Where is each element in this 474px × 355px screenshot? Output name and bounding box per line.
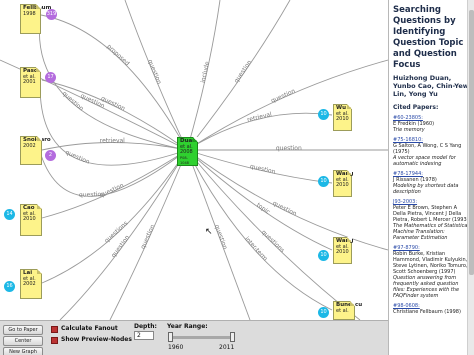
- cited-paper-authors: G Salton, A Wong, C S Yang (1975): [393, 143, 462, 155]
- citation-graph-canvas[interactable]: proposed question retrieval question questio…: [0, 0, 388, 320]
- citation-count-badge: 10: [318, 109, 329, 120]
- edge-label: topic: [255, 202, 271, 216]
- citation-edge: [40, 14, 188, 151]
- cited-paper-title: Question answering from frequently asked…: [393, 275, 460, 299]
- paper-node-wu[interactable]: Wu et al. 2010: [333, 104, 352, 131]
- citation-count-badge: 16: [4, 281, 15, 292]
- edge-label: question: [276, 145, 302, 152]
- cited-paper-item: #98-0608: Christiane Fellbaum (1998): [393, 303, 471, 315]
- edge-label: question: [79, 191, 105, 199]
- cited-paper-item: J93-2003: Peter E Brown, Stephen A Della…: [393, 199, 471, 241]
- paper-year: 2010: [23, 216, 36, 222]
- paper-year: 2010: [336, 182, 349, 188]
- citation-edge: [39, 84, 188, 166]
- citation-count-badge: 10: [318, 250, 329, 261]
- show-preview-nodes-label: Show Preview-Nodes: [61, 336, 132, 343]
- cited-paper-authors: Robin Burke, Kristian Hammond, Vladimir …: [393, 251, 468, 275]
- edge-label: retrieval: [100, 138, 125, 145]
- edge-label: question: [146, 59, 162, 86]
- scrollbar-thumb[interactable]: [469, 10, 474, 275]
- paper-node-pasca[interactable]: Pasca et al. 2001: [20, 67, 41, 98]
- paper-node-cao[interactable]: Cao et al. 2010: [20, 204, 42, 236]
- edge-label: question: [233, 59, 254, 84]
- edge-label: retrieval: [246, 111, 272, 124]
- paper-node-bunescu[interactable]: Bunescu et al.: [333, 301, 362, 320]
- cited-paper-authors: Peter E Brown, Stephen A Della Pietra, V…: [393, 205, 469, 223]
- paper-details-panel: Searching Questions by Identifying Quest…: [388, 0, 474, 355]
- cited-paper-item: #97-8790: Robin Burke, Kristian Hammond,…: [393, 245, 471, 299]
- cited-paper-authors: Christiane Fellbaum (1998): [393, 309, 461, 315]
- calculate-fanout-checkbox[interactable]: [51, 326, 58, 333]
- center-button[interactable]: Center: [3, 336, 43, 346]
- edge-label: include: [200, 61, 212, 84]
- cited-paper-title: A vector space model for automatic index…: [393, 155, 456, 167]
- cited-paper-item: #75-16810: G Salton, A Wong, C S Yang (1…: [393, 137, 471, 167]
- citation-count-badge: 319: [46, 9, 57, 20]
- edge-label: question: [139, 223, 156, 250]
- edge-label: questions: [260, 229, 286, 254]
- mouse-cursor-icon: ↖: [205, 227, 213, 237]
- cited-paper-item: #60-23805: E Fredkin (1960) Trie memory: [393, 115, 471, 133]
- cited-paper-title: Modeling by shortest data description: [393, 183, 459, 195]
- year-min-label: 1960: [168, 344, 184, 351]
- year-range-min-handle[interactable]: [168, 332, 173, 342]
- cited-paper-title: The Mathematics of Statistical Machine T…: [393, 223, 469, 241]
- paper-year: 2001: [23, 79, 36, 85]
- paper-title: Searching Questions by Identifying Quest…: [393, 5, 464, 70]
- year-range-max-handle[interactable]: [230, 332, 235, 342]
- paper-node-lai[interactable]: Lai et al. 2002: [20, 269, 42, 299]
- paper-node-wang-2[interactable]: Wang et al. 2010: [333, 237, 353, 264]
- citation-edge: [59, 149, 188, 320]
- paper-year: 1998: [23, 10, 36, 17]
- year-range-label: Year Range:: [167, 323, 208, 330]
- edge-label: proposed: [105, 43, 130, 67]
- depth-label: Depth:: [134, 323, 157, 330]
- depth-value: 2: [137, 332, 141, 339]
- center-paper-node[interactable]: Duan et al. 2008 P08-1048: [177, 137, 198, 166]
- citation-edge: [186, 59, 388, 151]
- cited-papers-header: Cited Papers:: [393, 104, 439, 111]
- cited-paper-item: #78-17944: J Rissanen (1978) Modeling by…: [393, 171, 471, 195]
- edge-label: inter-term: [243, 236, 268, 263]
- new-graph-button[interactable]: New Graph: [3, 347, 43, 355]
- year-max-label: 2011: [219, 344, 235, 351]
- paper-authors: Huizhong Duan, Yunbo Cao, Chin-Yew Lin, …: [393, 74, 469, 98]
- paper-year: 2010: [336, 116, 349, 122]
- paper-node-snoidaro[interactable]: Snoidaro 2002: [20, 136, 51, 165]
- paper-year: 2002: [23, 281, 36, 287]
- edge-label: question: [64, 149, 91, 166]
- edge-label: question: [271, 200, 297, 218]
- year-range-slider[interactable]: [169, 336, 235, 339]
- paper-meta: et al.: [336, 307, 349, 314]
- paper-year: 2002: [23, 142, 36, 149]
- edge-label: question: [213, 224, 229, 251]
- edge-label: question: [249, 163, 276, 176]
- go-to-paper-button[interactable]: Go to Paper: [3, 325, 43, 335]
- citation-edge: [41, 149, 188, 284]
- citation-count-badge: 2: [45, 150, 56, 161]
- paper-node-wang-1[interactable]: Wang et al. 2010: [333, 170, 353, 197]
- show-preview-nodes-checkbox[interactable]: [51, 337, 58, 344]
- paper-id: P08-1048: [180, 155, 189, 166]
- sidebar-scrollbar[interactable]: [467, 0, 474, 355]
- calculate-fanout-label: Calculate Fanout: [61, 325, 118, 332]
- citation-count-badge: 10: [318, 176, 329, 187]
- edge-label: question: [270, 88, 297, 105]
- citation-count-badge: 17: [45, 72, 56, 83]
- citation-count-badge: 14: [4, 209, 15, 220]
- paper-node-fellbaum[interactable]: Fellbaum 1998: [20, 4, 51, 34]
- paper-year: 2010: [336, 249, 349, 255]
- citation-count-badge: 10: [318, 307, 329, 318]
- cited-paper-title: Trie memory: [393, 127, 425, 133]
- depth-input[interactable]: 2: [134, 331, 154, 340]
